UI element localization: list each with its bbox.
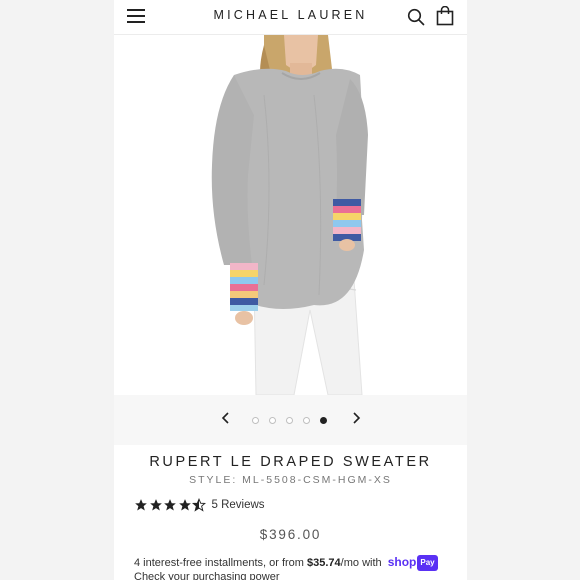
chevron-right-icon[interactable]	[349, 411, 363, 425]
rating-stars[interactable]: 5 Reviews	[134, 497, 265, 513]
product-image[interactable]	[114, 35, 467, 395]
star-full-icon	[149, 499, 162, 511]
product-info: RUPERT LE DRAPED SWEATER STYLE: ML-5508-…	[114, 445, 467, 580]
carousel-dot-3[interactable]	[286, 417, 293, 424]
product-photo	[114, 35, 467, 395]
star-half-icon	[192, 498, 206, 512]
carousel-controls	[114, 395, 467, 445]
carousel-dot-2[interactable]	[269, 417, 276, 424]
check-purchasing-power-link[interactable]: Check your purchasing power	[134, 571, 280, 580]
star-full-icon	[178, 499, 191, 511]
carousel-dot-1[interactable]	[252, 417, 259, 424]
reviews-link[interactable]: 5 Reviews	[212, 499, 265, 511]
site-header: MICHAEL LAUREN	[114, 0, 467, 35]
star-full-icon	[164, 499, 176, 511]
product-price: $396.00	[259, 527, 322, 542]
installments-info: 4 interest-free installments, or from $3…	[134, 555, 464, 571]
search-icon[interactable]	[407, 8, 425, 26]
carousel-dot-4[interactable]	[303, 417, 310, 424]
hamburger-menu-icon[interactable]	[127, 9, 145, 23]
carousel-dot-5[interactable]	[320, 417, 327, 424]
product-style-code: STYLE: ML-5508-CSM-HGM-XS	[189, 474, 392, 486]
installments-amount: $35.74	[307, 556, 341, 569]
installments-suffix: /mo with	[340, 556, 385, 569]
installments-prefix: 4 interest-free installments, or from	[134, 556, 308, 569]
product-page: MICHAEL LAUREN RUPERT LE DRAPED SWEATER …	[114, 0, 467, 580]
star-full-icon	[135, 499, 147, 511]
shopping-bag-icon[interactable]	[436, 6, 454, 26]
chevron-left-icon[interactable]	[219, 411, 233, 425]
product-title: RUPERT LE DRAPED SWEATER	[149, 454, 432, 470]
shop-pay-logo: shop Pay	[388, 555, 438, 571]
